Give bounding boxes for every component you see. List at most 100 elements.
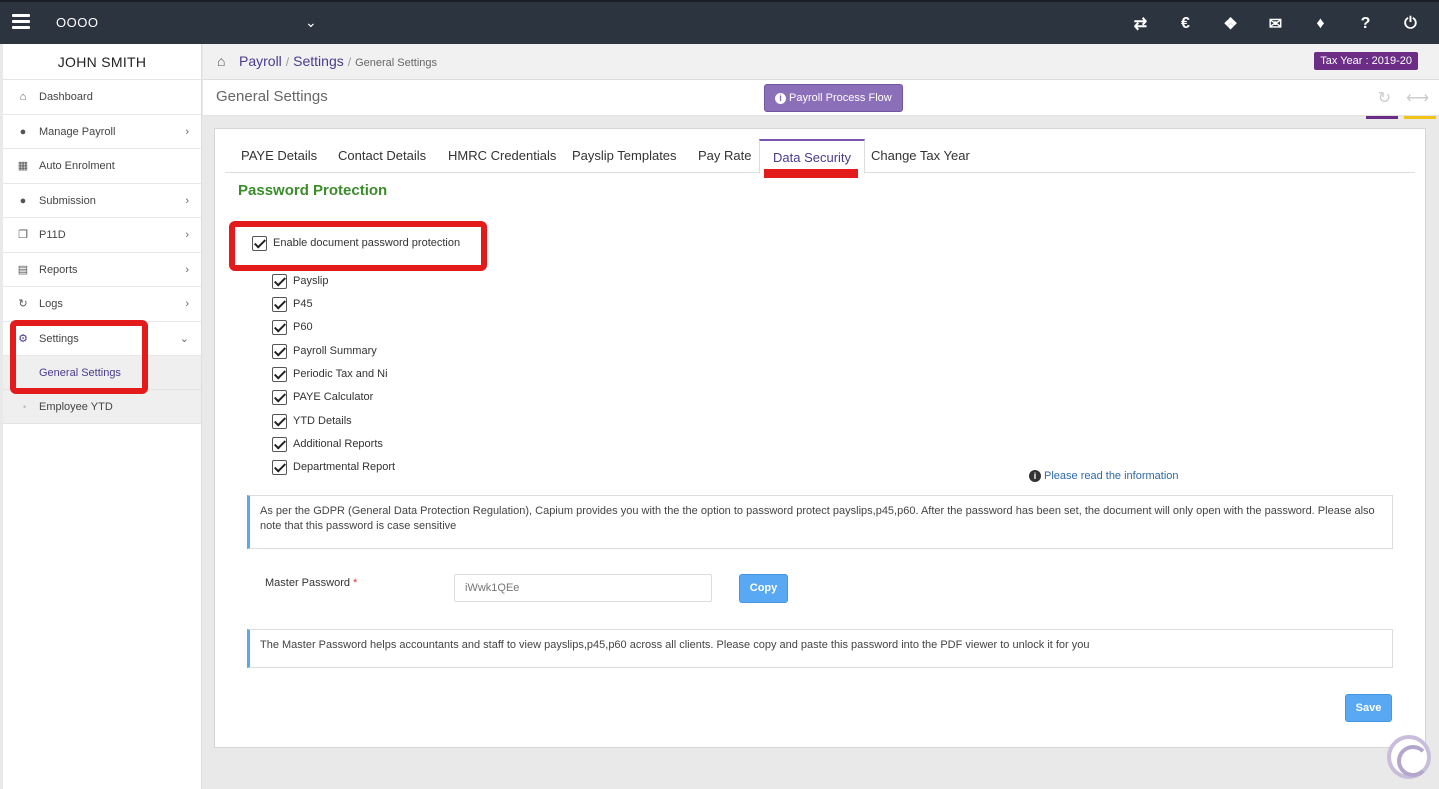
switch-icon[interactable]: ⇄: [1118, 2, 1163, 46]
home-icon: ⌂: [19, 91, 27, 103]
master-password-label-text: Master Password: [265, 577, 350, 589]
sidebar-item-dashboard[interactable]: ⌂ Dashboard: [3, 80, 201, 115]
ytd-details-label: YTD Details: [293, 415, 352, 427]
tax-year-badge[interactable]: Tax Year : 2019-20: [1314, 52, 1418, 70]
sidebar-subitem-employee-ytd[interactable]: • Employee YTD: [3, 390, 201, 424]
top-navbar: OOOO ⌄ ⇄ € ❖ ✉ ♦ ? ⏻: [0, 0, 1439, 44]
breadcrumb-settings[interactable]: Settings: [293, 53, 344, 69]
sidebar: JOHN SMITH ⌂ Dashboard ● Manage Payroll …: [3, 44, 202, 789]
payroll-summary-checkbox[interactable]: [272, 344, 287, 359]
sidebar-item-auto-enrolment[interactable]: ▦ Auto Enrolment: [3, 149, 201, 184]
sidebar-item-reports[interactable]: ▤ Reports ›: [3, 253, 201, 287]
grid-icon: ▦: [17, 160, 29, 172]
refresh-icon[interactable]: ↻: [1378, 88, 1391, 108]
purple-underline: [1366, 116, 1398, 119]
sidebar-item-settings[interactable]: ⚙ Settings ⌄: [3, 322, 201, 356]
tab-hmrc-credentials[interactable]: HMRC Credentials: [435, 139, 569, 173]
additional-reports-checkbox[interactable]: [272, 437, 287, 452]
expand-icon[interactable]: ⟷: [1406, 88, 1429, 108]
breadcrumb-separator: /: [347, 55, 352, 69]
master-password-label: Master Password *: [265, 577, 357, 589]
gdpr-note-text: As per the GDPR (General Data Protection…: [260, 505, 1375, 532]
payroll-process-flow-button[interactable]: i Payroll Process Flow: [764, 84, 903, 112]
tab-paye-details[interactable]: PAYE Details: [228, 139, 330, 173]
sidebar-subitem-label: Employee YTD: [39, 401, 113, 413]
paye-calculator-checkbox[interactable]: [272, 390, 287, 405]
payroll-summary-label: Payroll Summary: [293, 345, 377, 357]
breadcrumb: Payroll / Settings / General Settings: [239, 53, 437, 69]
settings-panel-body: PAYE Details Contact Details HMRC Creden…: [225, 139, 1415, 737]
tab-contact-details[interactable]: Contact Details: [325, 139, 439, 173]
sidebar-item-label: Settings: [39, 332, 79, 345]
sidebar-item-logs[interactable]: ↻ Logs ›: [3, 287, 201, 322]
p45-checkbox[interactable]: [272, 297, 287, 312]
payroll-process-flow-label: Payroll Process Flow: [789, 92, 892, 104]
apps-icon[interactable]: ❖: [1208, 2, 1253, 46]
payslip-checkbox[interactable]: [272, 274, 287, 289]
capium-icon[interactable]: €: [1163, 2, 1208, 46]
chevron-right-icon: ›: [185, 263, 189, 276]
announce-icon[interactable]: ✉: [1253, 2, 1298, 46]
ytd-details-checkbox[interactable]: [272, 414, 287, 429]
payslip-label: Payslip: [293, 275, 329, 287]
tab-data-security[interactable]: Data Security: [759, 139, 866, 174]
enable-protection-label: Enable document password protection: [273, 237, 461, 249]
section-title: Password Protection: [238, 182, 388, 199]
gear-icon: ⚙: [18, 332, 28, 345]
breadcrumb-current: General Settings: [355, 57, 438, 69]
copy-icon: ❐: [18, 229, 28, 241]
master-password-note: The Master Password helps accountants an…: [247, 629, 1393, 668]
users-icon: ●: [19, 194, 27, 207]
chevron-right-icon: ›: [185, 229, 189, 241]
periodic-tax-ni-checkbox[interactable]: [272, 367, 287, 382]
chevron-down-icon[interactable]: ⌄: [305, 14, 317, 31]
settings-panel: PAYE Details Contact Details HMRC Creden…: [214, 128, 1426, 748]
sidebar-subitem-general-settings[interactable]: General Settings: [3, 356, 201, 390]
info-icon: i: [775, 93, 786, 104]
departmental-report-checkbox[interactable]: [272, 460, 287, 475]
yellow-underline: [1404, 116, 1436, 119]
history-icon: ↻: [18, 298, 28, 310]
settings-tabs: PAYE Details Contact Details HMRC Creden…: [225, 139, 1415, 174]
user-icon: ●: [19, 125, 27, 138]
paye-calculator-label: PAYE Calculator: [293, 391, 374, 403]
gdpr-note: As per the GDPR (General Data Protection…: [247, 495, 1393, 549]
chevron-right-icon: ›: [185, 125, 189, 138]
tab-payslip-templates[interactable]: Payslip Templates: [559, 139, 690, 173]
master-password-note-text: The Master Password helps accountants an…: [260, 639, 1090, 651]
chevron-right-icon: ›: [185, 298, 189, 310]
help-icon[interactable]: ?: [1343, 2, 1388, 46]
menu-icon[interactable]: [12, 14, 30, 30]
capium-logo-icon[interactable]: [1387, 735, 1431, 779]
sidebar-item-label: P11D: [39, 229, 66, 241]
topbar-icons: ⇄ € ❖ ✉ ♦ ? ⏻: [1118, 2, 1433, 46]
sidebar-item-label: Dashboard: [39, 91, 93, 103]
sidebar-subitem-label: General Settings: [39, 367, 121, 379]
company-name[interactable]: OOOO: [56, 15, 98, 30]
sidebar-item-submission[interactable]: ● Submission ›: [3, 184, 201, 218]
p60-checkbox[interactable]: [272, 320, 287, 335]
enable-protection-checkbox[interactable]: [252, 236, 267, 251]
save-button[interactable]: Save: [1345, 694, 1392, 722]
home-icon[interactable]: ⌂: [217, 53, 225, 69]
sidebar-item-label: Submission: [39, 194, 96, 207]
p60-label: P60: [293, 321, 313, 333]
tree-dot-icon: •: [23, 402, 27, 412]
master-password-input[interactable]: [454, 574, 712, 602]
breadcrumb-payroll[interactable]: Payroll: [239, 53, 282, 69]
info-icon: i: [1029, 470, 1041, 482]
user-name: JOHN SMITH: [3, 44, 201, 80]
page-title: General Settings: [216, 88, 328, 105]
sidebar-item-label: Logs: [39, 298, 63, 310]
read-information-link[interactable]: i Please read the information: [1029, 470, 1179, 482]
tab-change-tax-year[interactable]: Change Tax Year: [858, 139, 983, 173]
copy-button[interactable]: Copy: [739, 574, 788, 603]
sidebar-item-p11d[interactable]: ❐ P11D ›: [3, 218, 201, 253]
breadcrumb-separator: /: [285, 55, 290, 69]
ticket-icon[interactable]: ♦: [1298, 2, 1343, 46]
sidebar-item-label: Auto Enrolment: [39, 160, 115, 172]
tab-pay-rate[interactable]: Pay Rate: [685, 139, 764, 173]
sidebar-item-manage-payroll[interactable]: ● Manage Payroll ›: [3, 115, 201, 149]
sidebar-item-label: Manage Payroll: [39, 125, 116, 138]
power-icon[interactable]: ⏻: [1388, 2, 1433, 46]
